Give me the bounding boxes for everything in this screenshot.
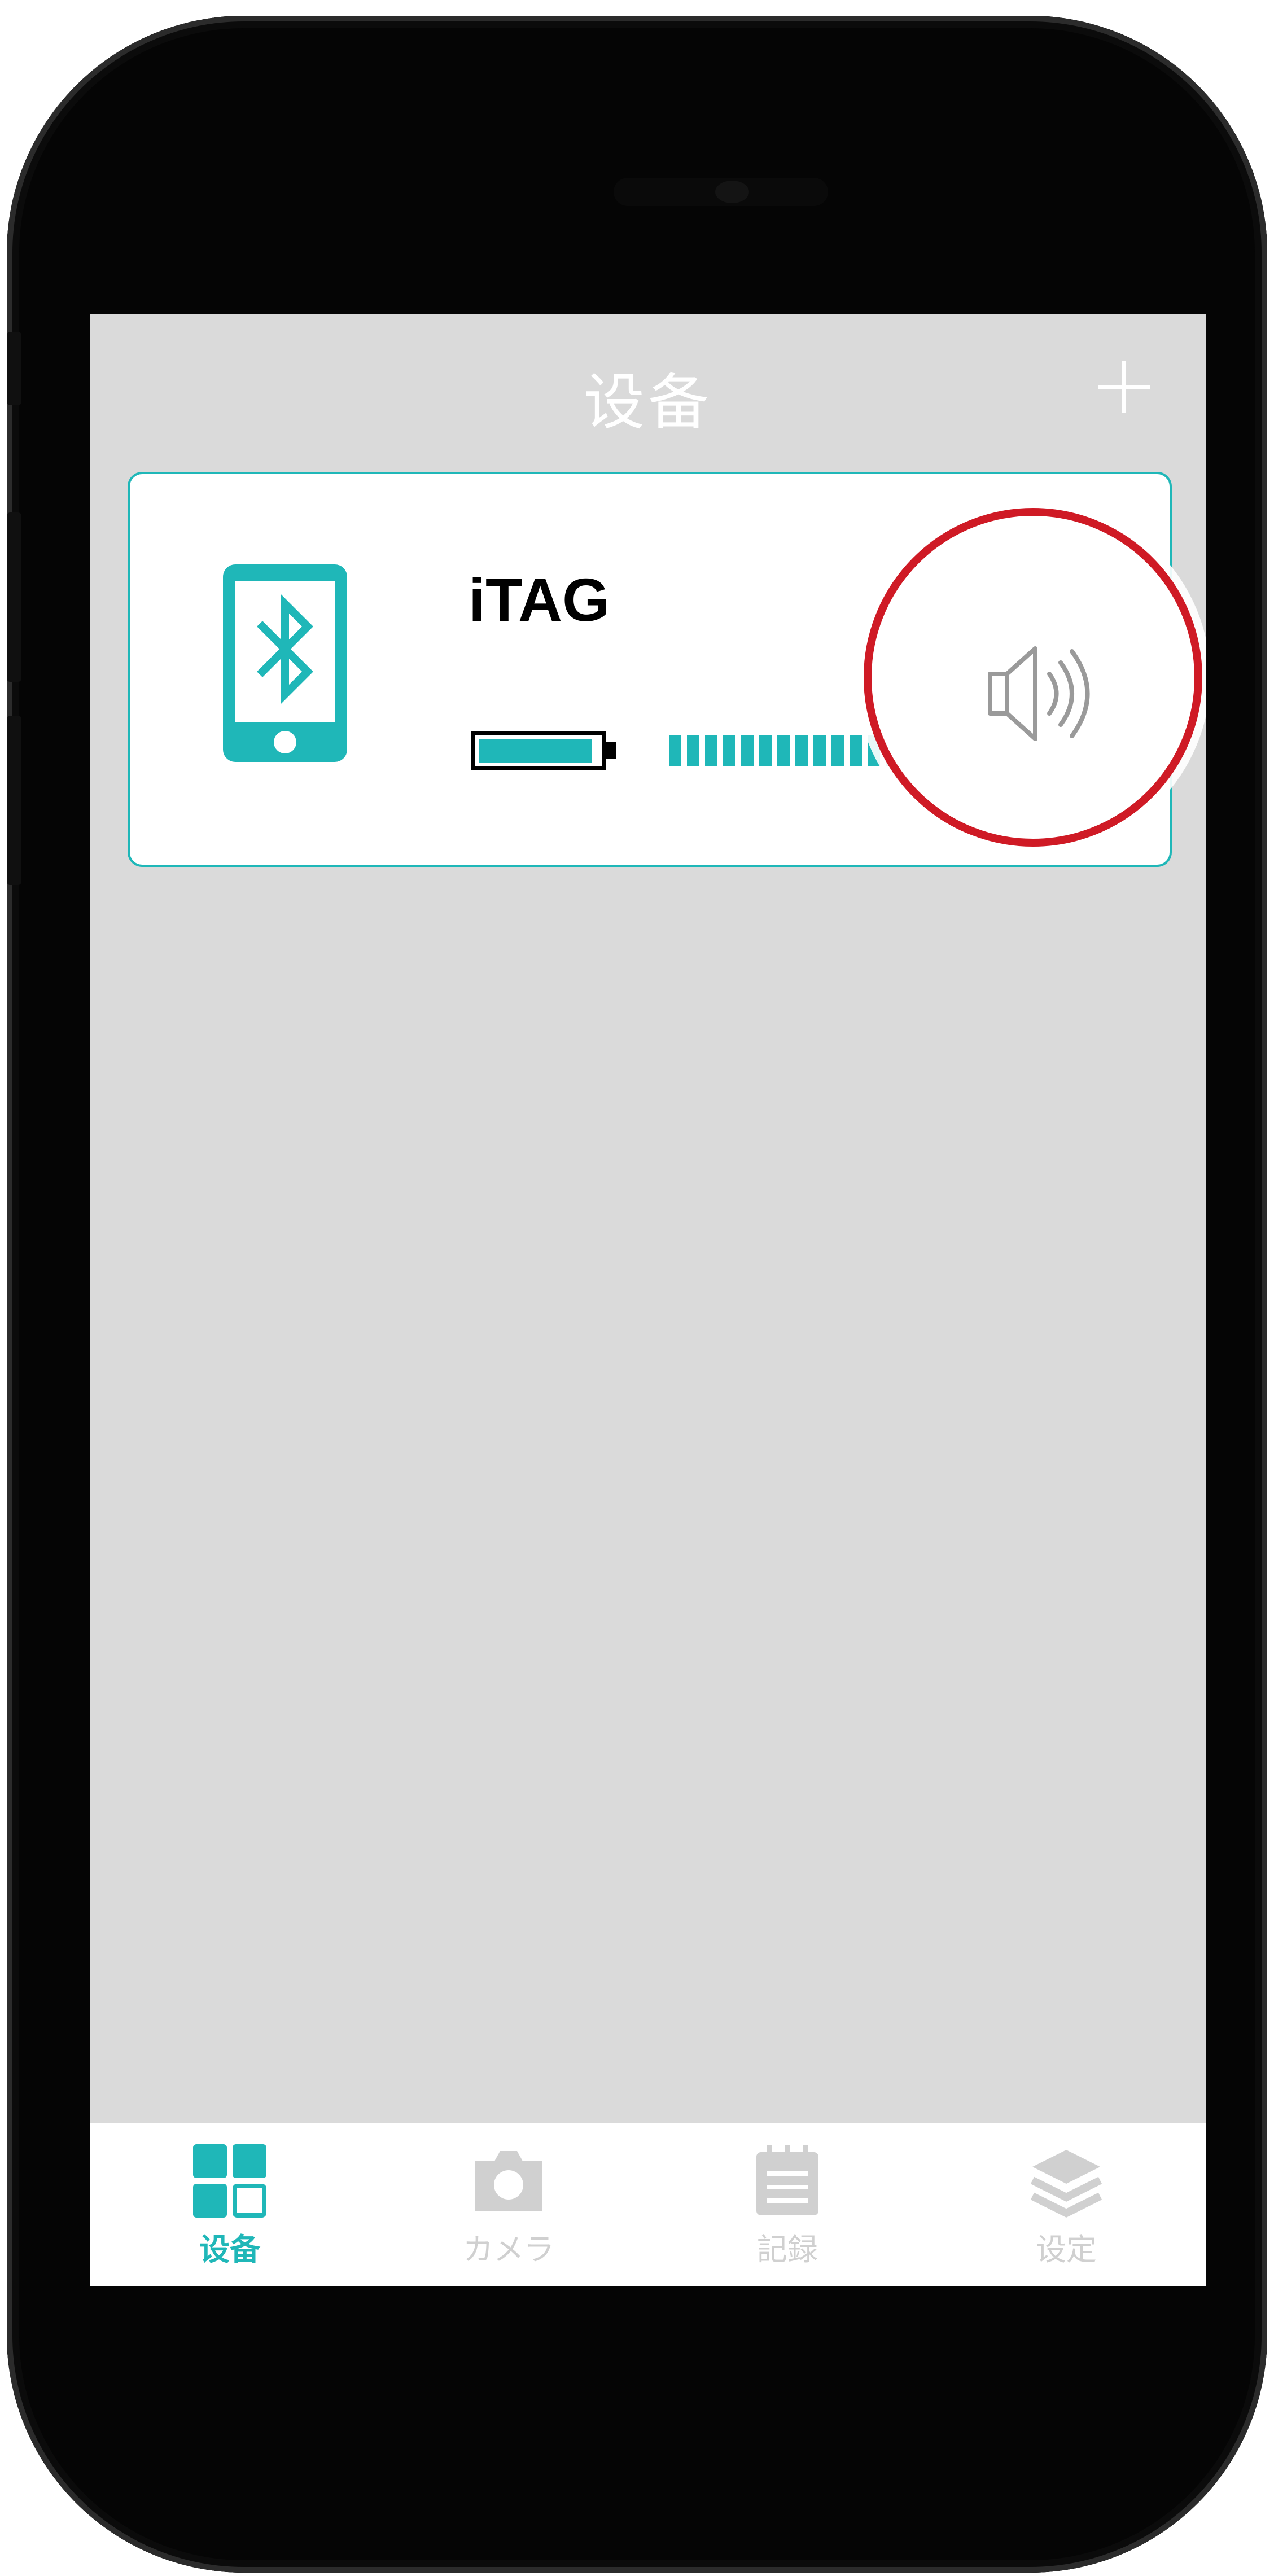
tab-bar: 设备 カメラ 記録 设定	[90, 2123, 1206, 2286]
tab-settings[interactable]: 设定	[953, 2123, 1179, 2286]
signal-bar	[741, 735, 754, 766]
signal-bar	[777, 735, 790, 766]
speaker-icon	[988, 646, 1090, 741]
notes-icon	[756, 2145, 818, 2215]
device-name: iTAG	[469, 566, 610, 634]
tab-records[interactable]: 記録	[675, 2123, 900, 2286]
mute-switch	[7, 332, 21, 405]
front-camera	[715, 181, 749, 203]
tab-label: 記録	[757, 2232, 818, 2267]
app-screen: 设备 iTAG 设备 カメラ 記録 设定	[90, 314, 1206, 2286]
signal-bar	[687, 735, 699, 766]
volume-down-button	[7, 716, 21, 885]
signal-bar	[723, 735, 735, 766]
add-device-button[interactable]	[1096, 359, 1152, 415]
tab-devices[interactable]: 设备	[117, 2123, 343, 2286]
volume-up-button	[7, 512, 21, 682]
page-title: 设备	[583, 367, 712, 438]
grid-icon	[193, 2144, 266, 2218]
device-card[interactable]: iTAG	[128, 472, 1202, 867]
signal-bar	[705, 735, 717, 766]
camera-icon	[475, 2151, 542, 2211]
signal-bar	[831, 735, 844, 766]
tab-camera[interactable]: カメラ	[396, 2123, 621, 2286]
bluetooth-phone-icon	[223, 564, 347, 762]
signal-bar	[759, 735, 772, 766]
signal-bar	[669, 735, 681, 766]
layers-icon	[1030, 2150, 1102, 2218]
tab-label: 设备	[199, 2232, 260, 2267]
signal-bar	[813, 735, 826, 766]
signal-bar	[795, 735, 808, 766]
signal-strength-indicator	[669, 735, 898, 766]
signal-bar	[850, 735, 862, 766]
tab-label: カメラ	[463, 2232, 554, 2267]
alarm-speaker-button[interactable]	[864, 508, 1202, 847]
tab-label: 设定	[1036, 2232, 1097, 2267]
battery-icon	[471, 731, 616, 770]
